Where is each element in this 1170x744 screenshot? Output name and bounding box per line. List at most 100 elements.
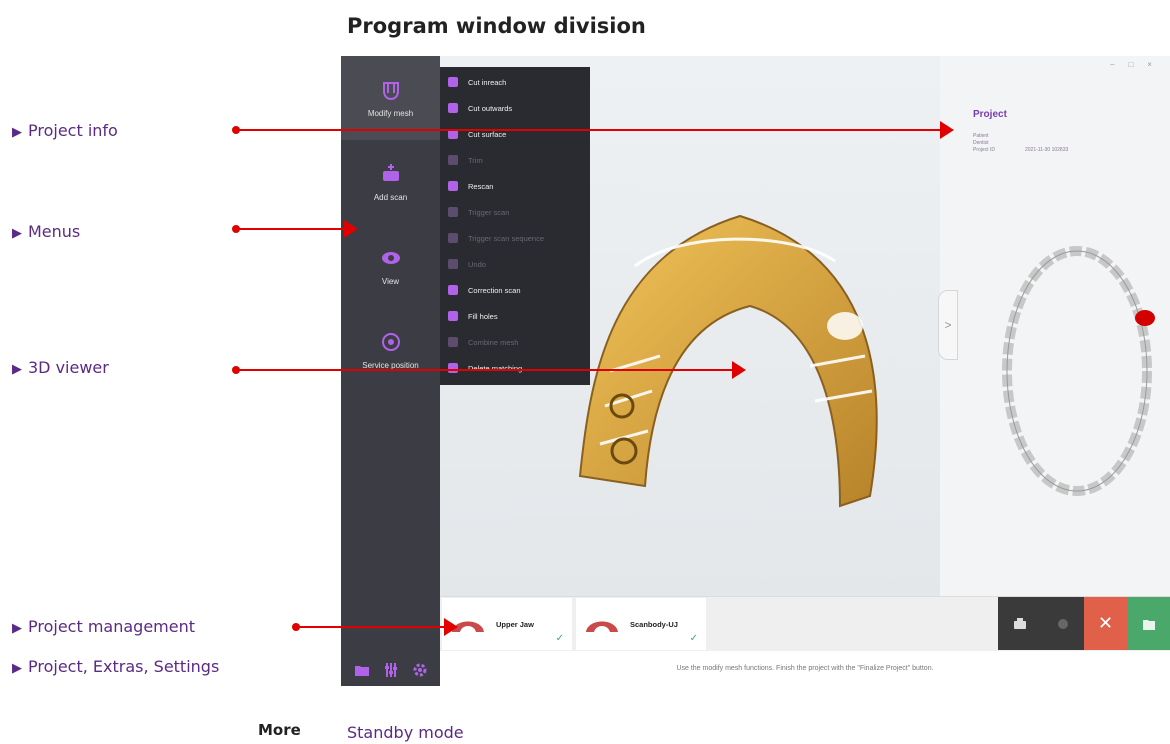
menu-item-cut-outwards[interactable]: Cut outwards (440, 95, 590, 121)
menu-item-trigger-scan[interactable]: Trigger scan (440, 199, 590, 225)
menu-item-label: Cut outwards (468, 103, 513, 113)
more-label: More (258, 721, 301, 739)
app-window: –□× Project Patient Dentist Project ID 2… (341, 56, 1170, 686)
service-position-icon (381, 332, 400, 351)
arrow-project-management (296, 626, 444, 628)
menu-item-label: Combine mesh (468, 337, 519, 347)
arrow-3d-viewer (236, 369, 732, 371)
menu-item-label: Trigger scan (468, 207, 510, 217)
menu-item-label: Trim (468, 155, 483, 165)
legend-label: 3D viewer (28, 358, 109, 377)
menu-item-trigger-scan-sequence[interactable]: Trigger scan sequence (440, 225, 590, 251)
menu-item-combine-mesh[interactable]: Combine mesh (440, 329, 590, 355)
project-id-value: 2021-11-30 102833 (1025, 147, 1069, 153)
scan-card-scanbody[interactable]: Scanbody-UJ ✓ (576, 598, 706, 650)
tooth-chart[interactable] (985, 231, 1170, 511)
menu-item-cut-surface[interactable]: Cut surface (440, 121, 590, 147)
sidebar-item-modify-mesh[interactable]: Modify mesh (341, 56, 440, 140)
project-info-panel: –□× Project Patient Dentist Project ID 2… (940, 56, 1170, 596)
triangle-icon: ▶ (12, 661, 22, 676)
project-id-label: Project ID (973, 147, 995, 153)
menu-item-undo[interactable]: Undo (440, 251, 590, 277)
delete-matching-icon (448, 363, 458, 373)
cut-outwards-icon (448, 103, 458, 113)
menu-item-rescan[interactable]: Rescan (440, 173, 590, 199)
standby-mode-link[interactable]: Standby mode (347, 723, 464, 742)
project-management-bar: Upper Jaw ✓ Scanbody-UJ ✓ ✕ Use the modi… (440, 596, 1170, 686)
project-title: Project (973, 109, 1007, 120)
legend-label: Project management (28, 617, 196, 636)
combine-mesh-icon (448, 337, 458, 347)
scan-name: Upper Jaw (496, 619, 534, 629)
action-bar: ✕ (998, 597, 1170, 650)
arrow-project-info (236, 129, 940, 131)
triangle-icon: ▶ (12, 621, 22, 636)
menu-item-label: Undo (468, 259, 486, 269)
camera-icon (1057, 618, 1068, 629)
finalize-icon (1142, 619, 1155, 630)
menu-item-label: Fill holes (468, 311, 498, 321)
hint-text: Use the modify mesh functions. Finish th… (676, 664, 934, 672)
folder-icon[interactable] (354, 664, 369, 676)
cancel-button[interactable]: ✕ (1084, 597, 1127, 650)
fill-holes-icon (448, 311, 458, 321)
menu-item-label: Delete matching (468, 363, 523, 373)
menu-item-cut-inreach[interactable]: Cut inreach (440, 69, 590, 95)
close-icon: ✕ (1097, 613, 1114, 633)
menu-item-label: Trigger scan sequence (468, 233, 545, 243)
menu-item-label: Correction scan (468, 285, 521, 295)
rescan-icon (448, 181, 458, 191)
legend-menus: ▶ Menus (12, 222, 80, 241)
sidebar-item-label: Add scan (373, 192, 408, 202)
trigger-sequence-icon (448, 233, 458, 243)
correction-scan-icon (448, 285, 458, 295)
scanner-icon (1013, 617, 1026, 629)
dentist-label: Dentist (973, 140, 989, 146)
legend-project-management: ▶ Project management (12, 617, 195, 636)
triangle-icon: ▶ (12, 226, 22, 241)
cut-inreach-icon (448, 77, 458, 87)
undo-icon (448, 259, 458, 269)
modify-mesh-submenu: Cut inreach Cut outwards Cut surface Tri… (440, 67, 590, 385)
legend-label: Menus (28, 222, 81, 241)
jaw-mesh-icon (382, 81, 399, 100)
gear-icon[interactable] (413, 663, 427, 677)
sliders-icon[interactable] (384, 663, 398, 677)
window-controls: –□× (1110, 60, 1166, 69)
menu-item-label: Cut inreach (468, 77, 507, 87)
menu-item-fill-holes[interactable]: Fill holes (440, 303, 590, 329)
eye-icon (381, 251, 400, 264)
finalize-button[interactable] (1127, 597, 1170, 650)
arrow-head (344, 220, 358, 238)
chevron-right-icon: > (944, 318, 952, 332)
scanner-button[interactable] (998, 597, 1041, 650)
page-title: Program window division (347, 14, 646, 38)
scan-card-upper-jaw[interactable]: Upper Jaw ✓ (442, 598, 572, 650)
minimize-icon[interactable]: – (1110, 60, 1128, 69)
menu-item-trim[interactable]: Trim (440, 147, 590, 173)
trim-icon (448, 155, 458, 165)
checkmark-icon: ✓ (689, 633, 698, 644)
legend-project-extras-settings: ▶ Project, Extras, Settings (12, 657, 219, 676)
sidebar-item-add-scan[interactable]: Add scan (341, 140, 440, 224)
sidebar-item-label: Modify mesh (367, 108, 414, 118)
arrow-head (940, 121, 954, 139)
triangle-icon: ▶ (12, 362, 22, 377)
camera-button[interactable] (1041, 597, 1084, 650)
menu-item-label: Rescan (468, 181, 494, 191)
selected-tooth[interactable] (1135, 310, 1155, 326)
menu-item-delete-matching[interactable]: Delete matching (440, 355, 590, 381)
arrow-head (732, 361, 746, 379)
arrow-menus (236, 228, 344, 230)
close-window-icon[interactable]: × (1147, 60, 1166, 69)
maximize-icon[interactable]: □ (1128, 60, 1147, 69)
legend-label: Project info (28, 121, 118, 140)
legend-project-info: ▶ Project info (12, 121, 118, 140)
sidebar-item-service-position[interactable]: Service position (341, 308, 440, 392)
arrow-head (444, 618, 458, 636)
legend-label: Project, Extras, Settings (28, 657, 220, 676)
menu-item-correction-scan[interactable]: Correction scan (440, 277, 590, 303)
jaw-thumbnail-icon (586, 621, 618, 632)
legend-3d-viewer: ▶ 3D viewer (12, 358, 109, 377)
collapse-panel-tab[interactable]: > (938, 290, 958, 360)
